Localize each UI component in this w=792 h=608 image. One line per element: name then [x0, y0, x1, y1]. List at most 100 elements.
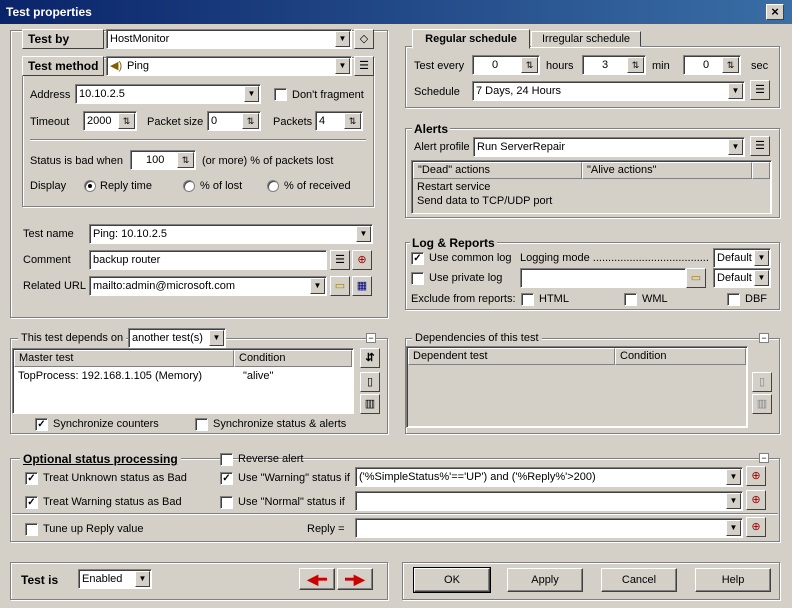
sync-counters-checkbox[interactable]: ✓	[35, 418, 48, 431]
list-icon[interactable]: ☰	[354, 56, 374, 76]
tune-reply-checkbox[interactable]	[25, 523, 38, 536]
test-is-select[interactable]: Enabled ▼	[78, 569, 152, 589]
new-doc-icon[interactable]: ▯	[752, 372, 772, 392]
dropdown-arrow-icon: ▼	[726, 520, 741, 536]
speaker-icon: ◀)	[110, 60, 123, 72]
col-dependent-condition[interactable]: Condition	[615, 348, 746, 365]
cancel-button[interactable]: Cancel	[601, 568, 677, 592]
use-warning-checkbox[interactable]: ✓	[220, 472, 233, 485]
ok-button[interactable]: OK	[413, 567, 491, 593]
magnifier-icon[interactable]: ⊕	[352, 250, 372, 270]
display-received-radio[interactable]	[267, 180, 279, 192]
exclude-wml-checkbox[interactable]	[624, 293, 637, 306]
collapse-icon[interactable]: −	[759, 453, 769, 463]
magnifier-icon[interactable]: ⊕	[746, 517, 766, 537]
address-value: 10.10.2.5	[79, 88, 125, 100]
use-normal-checkbox[interactable]	[220, 496, 233, 509]
list-icon[interactable]: ☰	[330, 250, 350, 270]
trash-icon[interactable]: ▥	[360, 394, 380, 414]
related-url-combo[interactable]: mailto:admin@microsoft.com ▼	[89, 276, 327, 296]
address-combo[interactable]: 10.10.2.5 ▼	[75, 84, 261, 104]
reply-expression-combo[interactable]: ▼	[355, 518, 743, 538]
list-item[interactable]: Restart service	[417, 180, 490, 194]
folder-icon[interactable]: ▭	[686, 268, 706, 288]
table-row[interactable]: TopProcess: 192.168.1.105 (Memory)	[18, 369, 202, 383]
display-lost-radio[interactable]	[183, 180, 195, 192]
list-item[interactable]: Send data to TCP/UDP port	[417, 194, 552, 208]
test-by-select[interactable]: HostMonitor ▼	[106, 29, 352, 49]
warning-expression-value: ('%SimpleStatus%'=='UP') and ('%Reply%'>…	[359, 471, 596, 483]
divider	[12, 513, 778, 515]
exclude-dbf-checkbox[interactable]	[727, 293, 740, 306]
arrow-right-icon[interactable]: ━▶	[337, 568, 373, 590]
window-title: Test properties	[6, 5, 92, 19]
use-common-log-checkbox[interactable]: ✓	[411, 252, 424, 265]
spin-icon[interactable]: ⇅	[521, 57, 538, 73]
min-spinner[interactable]: 3 ⇅	[582, 55, 646, 75]
sec-spinner[interactable]: 0 ⇅	[683, 55, 741, 75]
spin-icon[interactable]: ⇅	[177, 152, 194, 168]
schedule-select[interactable]: 7 Days, 24 Hours ▼	[472, 81, 745, 101]
spin-icon[interactable]: ⇅	[627, 57, 644, 73]
timeout-value: 2000	[87, 115, 112, 127]
logging-mode-value-2: Default	[717, 272, 752, 284]
apply-button[interactable]: Apply	[507, 568, 583, 592]
list-icon[interactable]: ☰	[750, 136, 770, 156]
folder-icon[interactable]: ▭	[330, 276, 350, 296]
warning-bad-checkbox[interactable]: ✓	[25, 496, 38, 509]
depends-on-select[interactable]: another test(s) ▼	[128, 328, 226, 348]
alert-profile-select[interactable]: Run ServerRepair ▼	[473, 137, 745, 157]
logging-mode-select-1[interactable]: Default ▼	[713, 248, 771, 268]
eraser-icon[interactable]: ◇	[354, 29, 374, 49]
sort-icon[interactable]: ⇵	[360, 348, 380, 368]
collapse-icon[interactable]: −	[366, 333, 376, 343]
hours-spinner[interactable]: 0 ⇅	[472, 55, 540, 75]
packet-size-label: Packet size	[147, 116, 204, 128]
status-bad-spinner[interactable]: 100 ⇅	[130, 150, 196, 170]
packet-size-spinner[interactable]: 0 ⇅	[207, 111, 261, 131]
timeout-spinner[interactable]: 2000 ⇅	[83, 111, 137, 131]
private-log-path-input[interactable]	[520, 268, 686, 288]
exclude-reports-label: Exclude from reports:	[411, 293, 516, 305]
dropdown-arrow-icon: ▼	[754, 250, 769, 266]
col-dependent-test[interactable]: Dependent test	[408, 348, 615, 365]
trash-icon[interactable]: ▥	[752, 394, 772, 414]
magnifier-icon[interactable]: ⊕	[746, 466, 766, 486]
unknown-bad-checkbox[interactable]: ✓	[25, 472, 38, 485]
test-method-select[interactable]: ◀) Ping ▼	[106, 56, 352, 76]
arrow-left-icon[interactable]: ◀━	[299, 568, 335, 590]
logging-mode-select-2[interactable]: Default ▼	[713, 268, 771, 288]
display-reply-time-radio[interactable]	[84, 180, 96, 192]
warning-expression-combo[interactable]: ('%SimpleStatus%'=='UP') and ('%Reply%'>…	[355, 467, 743, 487]
col-dead-actions[interactable]: "Dead" actions	[413, 162, 582, 179]
magnifier-icon[interactable]: ⊕	[746, 490, 766, 510]
tab-irregular-schedule[interactable]: Irregular schedule	[531, 31, 641, 47]
comment-input[interactable]: backup router	[89, 250, 327, 270]
close-icon[interactable]: ×	[766, 4, 784, 20]
collapse-icon[interactable]: −	[759, 333, 769, 343]
spin-icon[interactable]: ⇅	[118, 113, 135, 129]
new-doc-icon[interactable]: ▯	[360, 372, 380, 392]
use-private-log-checkbox[interactable]	[411, 272, 424, 285]
packets-spinner[interactable]: 4 ⇅	[315, 111, 363, 131]
logging-mode-value-1: Default	[717, 252, 752, 264]
tab-regular-schedule[interactable]: Regular schedule	[412, 29, 530, 49]
col-master-test[interactable]: Master test	[14, 350, 234, 367]
sync-counters-label: Synchronize counters	[53, 418, 159, 430]
table-row-condition[interactable]: "alive"	[243, 369, 273, 383]
spin-icon[interactable]: ⇅	[722, 57, 739, 73]
sync-status-checkbox[interactable]	[195, 418, 208, 431]
spin-icon[interactable]: ⇅	[242, 113, 259, 129]
spin-icon[interactable]: ⇅	[344, 113, 361, 129]
test-is-value: Enabled	[82, 573, 123, 585]
exclude-html-checkbox[interactable]	[521, 293, 534, 306]
test-name-combo[interactable]: Ping: 10.10.2.5 ▼	[89, 224, 373, 244]
list-icon[interactable]: ☰	[750, 80, 770, 100]
dont-fragment-checkbox[interactable]	[274, 88, 287, 101]
calendar-icon[interactable]: ▦	[352, 276, 372, 296]
help-button[interactable]: Help	[695, 568, 771, 592]
reverse-alert-checkbox[interactable]	[220, 453, 233, 466]
col-condition[interactable]: Condition	[234, 350, 352, 367]
col-alive-actions[interactable]: "Alive actions"	[582, 162, 752, 179]
normal-expression-combo[interactable]: ▼	[355, 491, 743, 511]
